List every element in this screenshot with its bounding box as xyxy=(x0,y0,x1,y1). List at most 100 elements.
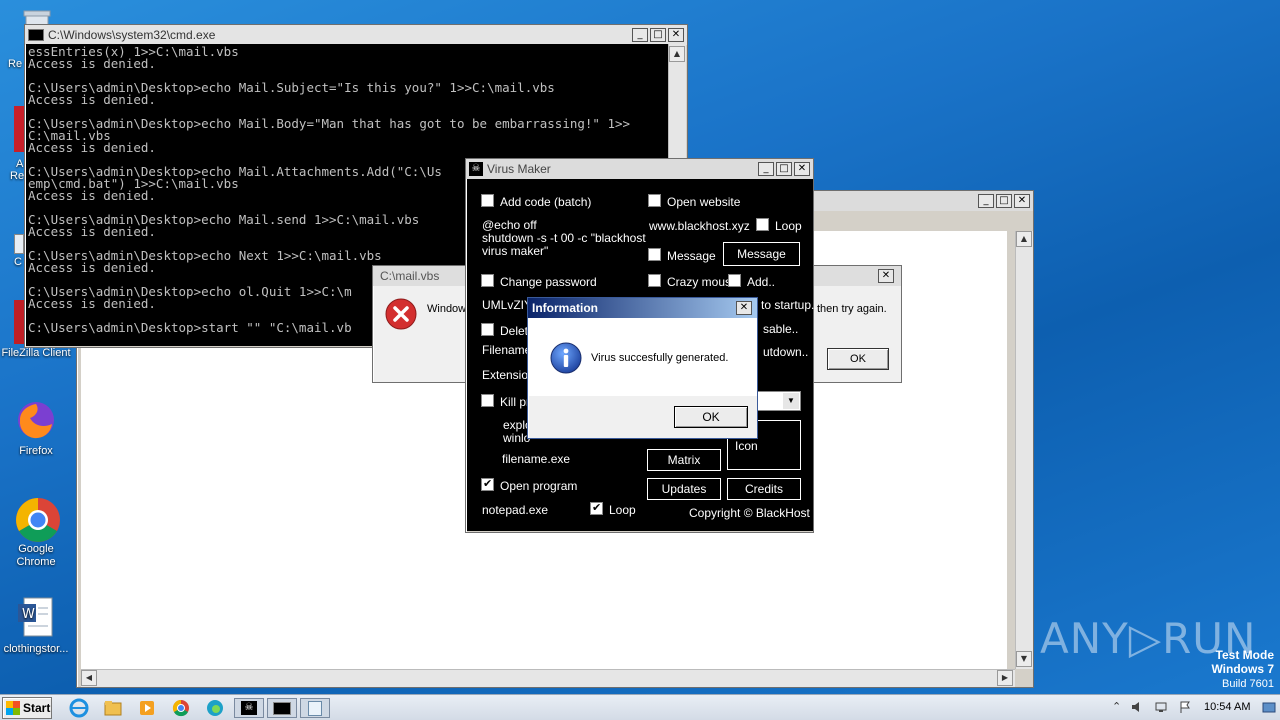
taskbar: Start ☠ ⌃ 10:54 AM xyxy=(0,694,1280,720)
error-ok-button[interactable]: OK xyxy=(827,348,889,370)
message-checkbox[interactable] xyxy=(648,248,661,261)
information-title: Information xyxy=(532,301,598,315)
window-icon xyxy=(308,701,322,716)
add-code-label: Add code (batch) xyxy=(500,195,592,209)
scroll-left-arrow[interactable]: ◀ xyxy=(81,670,97,686)
code-text-line2: shutdown -s -t 00 -c "blackhost xyxy=(482,231,646,245)
svg-text:W: W xyxy=(22,607,35,622)
window-taskbar-icon[interactable] xyxy=(300,698,330,718)
code-text-line3: virus maker" xyxy=(482,244,549,258)
cmd-taskbar-icon[interactable] xyxy=(267,698,297,718)
virus-maker-titlebar[interactable]: ☠ Virus Maker _ □ ✕ xyxy=(466,159,813,179)
website-url: www.blackhost.xyz xyxy=(649,219,750,233)
icon-button-label: Icon xyxy=(735,439,758,453)
chrome-taskbar-icon[interactable] xyxy=(170,698,196,718)
media-player-taskbar-icon[interactable] xyxy=(136,698,162,718)
red-app-icon[interactable] xyxy=(14,106,24,152)
firefox-icon xyxy=(14,398,58,442)
message-check-label: Message xyxy=(667,249,716,263)
change-password-checkbox[interactable] xyxy=(481,274,494,287)
word-document-desktop-icon[interactable]: W clothingstor... xyxy=(0,596,72,656)
open-program-label: Open program xyxy=(500,479,578,493)
close-button[interactable]: ✕ xyxy=(794,162,810,176)
dialog-content: Virus succesfully generated. xyxy=(528,318,757,396)
ie-taskbar-icon[interactable] xyxy=(68,698,94,718)
maximize-button[interactable]: □ xyxy=(776,162,792,176)
desktop-icon-label: FileZilla Client xyxy=(1,347,71,359)
minimize-button[interactable]: _ xyxy=(978,194,994,208)
info-ok-button[interactable]: OK xyxy=(674,406,748,428)
watermark-test-mode: Test Mode xyxy=(1215,648,1274,662)
cmd-titlebar[interactable]: C:\Windows\system32\cmd.exe _ □ ✕ xyxy=(25,25,687,45)
loop-checkbox-program[interactable] xyxy=(590,501,603,515)
desktop-icon-label: clothingstor... xyxy=(3,643,69,655)
shortcut-icon[interactable] xyxy=(14,234,24,254)
minimize-button[interactable]: _ xyxy=(632,28,648,42)
maximize-button[interactable]: □ xyxy=(650,28,666,42)
cmd-title: C:\Windows\system32\cmd.exe xyxy=(48,28,216,42)
pirate-flag-icon: ☠ xyxy=(469,162,483,176)
delete-checkbox[interactable] xyxy=(481,323,494,336)
add-checkbox[interactable] xyxy=(728,274,741,287)
word-document-icon: W xyxy=(14,596,58,640)
add-code-checkbox[interactable] xyxy=(481,194,494,207)
firefox-desktop-icon[interactable]: Firefox xyxy=(0,398,72,458)
open-program-checkbox[interactable] xyxy=(481,477,494,491)
speaker-icon[interactable] xyxy=(1130,700,1144,714)
minimize-button[interactable]: _ xyxy=(758,162,774,176)
virus-maker-taskbar-icon[interactable]: ☠ xyxy=(234,698,264,718)
console-line: C:\Users\admin\Desktop>echo Mail.Body="M… xyxy=(28,116,631,131)
updates-button[interactable]: Updates xyxy=(647,478,721,500)
information-dialog[interactable]: Information ✕ Virus succesfully generate… xyxy=(527,297,758,439)
tray-chevron-icon[interactable]: ⌃ xyxy=(1112,700,1121,713)
desktop-partial-label: A xyxy=(16,158,24,170)
horizontal-scrollbar[interactable]: ◀ ▶ xyxy=(81,669,1015,687)
loop-checkbox-website[interactable] xyxy=(756,218,769,231)
shutdown-label: utdown.. xyxy=(763,345,809,359)
close-button[interactable]: ✕ xyxy=(878,269,894,283)
console-line: Access is denied. xyxy=(28,56,156,71)
flag-icon[interactable] xyxy=(1178,700,1192,714)
network-icon[interactable] xyxy=(1154,700,1168,714)
edge-taskbar-icon[interactable] xyxy=(204,698,230,718)
virus-maker-title: Virus Maker xyxy=(487,162,551,176)
error-icon xyxy=(385,298,417,330)
program-file-label: notepad.exe xyxy=(482,503,549,517)
clock[interactable]: 10:54 AM xyxy=(1204,701,1250,713)
code-text-line1: @echo off xyxy=(482,218,537,232)
vertical-scrollbar[interactable]: ▲ ▼ xyxy=(1015,231,1033,669)
start-button[interactable]: Start xyxy=(2,697,52,719)
error-message-end: then try again. xyxy=(817,303,887,315)
scroll-up-arrow[interactable]: ▲ xyxy=(669,46,685,62)
chevron-down-icon[interactable]: ▼ xyxy=(783,393,799,409)
maximize-button[interactable]: □ xyxy=(996,194,1012,208)
desktop-icon-label: Google Chrome xyxy=(16,543,56,568)
error-message-start: Window xyxy=(427,303,467,315)
folder-taskbar-icon[interactable] xyxy=(102,698,128,718)
crazy-mouse-checkbox[interactable] xyxy=(648,274,661,287)
desktop-partial-label: Re xyxy=(8,58,23,70)
start-label: Start xyxy=(23,701,51,715)
open-website-checkbox[interactable] xyxy=(648,194,661,207)
add-label: Add.. xyxy=(747,275,776,289)
dropdown-select[interactable]: ▼ xyxy=(757,391,801,411)
credits-button[interactable]: Credits xyxy=(727,478,801,500)
change-password-label: Change password xyxy=(500,275,597,289)
kill-filename-label: filename.exe xyxy=(502,452,571,466)
to-startup-label: to startup.. xyxy=(761,298,818,312)
message-button[interactable]: Message xyxy=(723,242,800,266)
open-website-label: Open website xyxy=(667,195,741,209)
information-titlebar[interactable]: Information ✕ xyxy=(528,298,757,318)
scroll-right-arrow[interactable]: ▶ xyxy=(997,670,1013,686)
matrix-button[interactable]: Matrix xyxy=(647,449,721,471)
chrome-desktop-icon[interactable]: Google Chrome xyxy=(0,496,72,569)
close-button[interactable]: ✕ xyxy=(736,301,752,315)
close-button[interactable]: ✕ xyxy=(1014,194,1030,208)
kill-processes-checkbox[interactable] xyxy=(481,394,494,407)
scroll-up-arrow[interactable]: ▲ xyxy=(1016,231,1032,247)
desktop-icon-label: Firefox xyxy=(19,445,53,457)
scroll-down-arrow[interactable]: ▼ xyxy=(1016,651,1032,667)
close-button[interactable]: ✕ xyxy=(668,28,684,42)
pirate-flag-icon: ☠ xyxy=(241,701,257,715)
show-desktop-icon[interactable] xyxy=(1262,700,1276,714)
